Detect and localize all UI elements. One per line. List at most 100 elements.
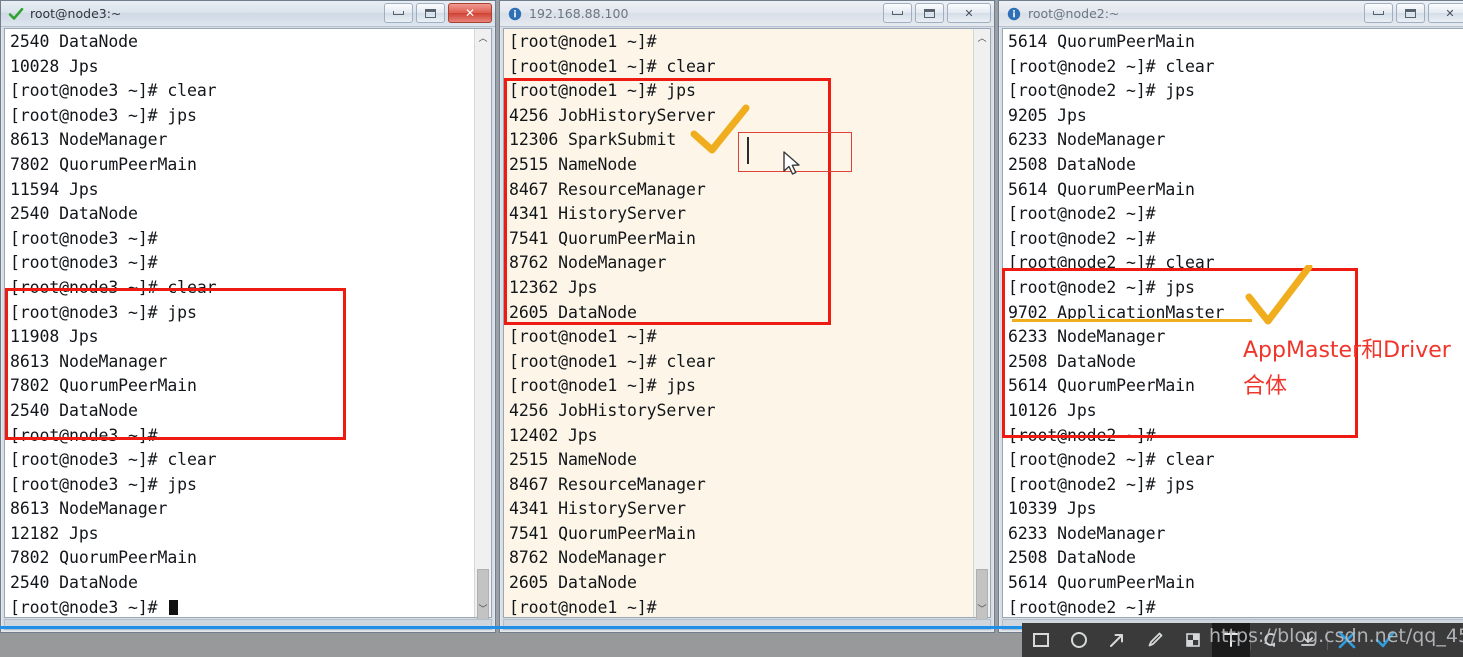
- window-controls-node3[interactable]: ✕: [384, 3, 492, 23]
- terminal-line: 9205 Jps: [1008, 105, 1087, 125]
- terminal-line: 6233 NodeManager: [1008, 523, 1166, 543]
- terminal-line: 10028 Jps: [10, 56, 99, 76]
- terminal-line: 7802 QuorumPeerMain: [10, 548, 197, 568]
- terminal-line: [root@node2 ~]#: [1008, 425, 1156, 445]
- pen-icon: [1148, 632, 1163, 647]
- window-title-node3: root@node3:~: [30, 6, 122, 21]
- terminal-body-node2[interactable]: 5614 QuorumPeerMain [root@node2 ~]# clear…: [1002, 28, 1463, 618]
- terminal-line: 7541 QuorumPeerMain: [509, 523, 696, 543]
- terminal-line: 8762 NodeManager: [509, 253, 667, 273]
- terminal-line: 8467 ResourceManager: [509, 179, 706, 199]
- terminal-window-node3[interactable]: root@node3:~ ✕ 2540 DataNode 10028 Jps [ro…: [0, 0, 496, 633]
- terminal-line: 2605 DataNode: [509, 573, 637, 593]
- terminal-line: 5614 QuorumPeerMain: [1008, 573, 1195, 593]
- terminal-body-node1[interactable]: [root@node1 ~]# [root@node1 ~]# clear [roo…: [503, 28, 991, 621]
- maximize-button[interactable]: [416, 3, 445, 23]
- terminal-window-node1[interactable]: 192.168.88.100 ✕ [root@node1 ~]# [root@no…: [499, 0, 995, 633]
- annotation-note-line1: AppMaster和Driver: [1243, 338, 1451, 363]
- terminal-window-node2[interactable]: root@node2:~ ✕ 5614 QuorumPeerMain [root@…: [998, 0, 1463, 633]
- terminal-line: [root@node3 ~]# clear: [10, 450, 217, 470]
- terminal-line: 8613 NodeManager: [10, 499, 168, 519]
- terminal-text-node3: 2540 DataNode 10028 Jps [root@node3 ~]# cl…: [5, 29, 474, 617]
- titlebar-node2[interactable]: root@node2:~ ✕: [999, 1, 1463, 27]
- terminal-line: 5614 QuorumPeerMain: [1008, 376, 1195, 396]
- window-title-node1: 192.168.88.100: [529, 6, 629, 21]
- terminal-line: [root@node1 ~]# clear: [509, 56, 716, 76]
- terminal-line: [root@node2 ~]# jps: [1008, 81, 1195, 101]
- terminal-line: 7541 QuorumPeerMain: [509, 228, 696, 248]
- desktop-cut-off-text: [4, 646, 9, 657]
- terminal-body-node3[interactable]: 2540 DataNode 10028 Jps [root@node3 ~]# cl…: [4, 28, 492, 621]
- terminal-line: 8762 NodeManager: [509, 548, 667, 568]
- terminal-line: 7802 QuorumPeerMain: [10, 376, 197, 396]
- terminal-line: [root@node3 ~]#: [10, 253, 158, 273]
- terminal-line: 12362 Jps: [509, 277, 598, 297]
- terminal-line: 2540 DataNode: [10, 400, 138, 420]
- terminal-text-node2: 5614 QuorumPeerMain [root@node2 ~]# clear…: [1003, 29, 1454, 617]
- window-controls-node2[interactable]: ✕: [1364, 3, 1463, 23]
- info-icon: [507, 6, 523, 22]
- terminal-line: 10126 Jps: [1008, 400, 1097, 420]
- close-button[interactable]: ✕: [448, 3, 492, 23]
- terminal-line: [root@node2 ~]#: [1008, 204, 1156, 224]
- minimize-button[interactable]: [883, 3, 912, 23]
- terminal-line: [root@node1 ~]# jps: [509, 376, 696, 396]
- terminal-line: [root@node2 ~]# clear: [1008, 56, 1215, 76]
- terminal-line: 8467 ResourceManager: [509, 474, 706, 494]
- ellipse-tool-button[interactable]: [1060, 623, 1098, 657]
- terminal-line: [root@node2 ~]#: [1008, 597, 1156, 617]
- terminal-line: [root@node3 ~]# jps: [10, 105, 197, 125]
- window-controls-node1[interactable]: ✕: [883, 3, 991, 23]
- terminal-line: 8613 NodeManager: [10, 351, 168, 371]
- ellipse-icon: [1071, 632, 1087, 648]
- terminal-line: [root@node3 ~]# clear: [10, 81, 217, 101]
- maximize-button[interactable]: [1396, 3, 1425, 23]
- scroll-up-icon[interactable]: ︿: [475, 29, 491, 46]
- terminal-line: 5614 QuorumPeerMain: [1008, 32, 1195, 51]
- minimize-button[interactable]: [384, 3, 413, 23]
- terminal-line: 2515 NameNode: [509, 450, 637, 470]
- maximize-button[interactable]: [915, 3, 944, 23]
- terminal-line: 5614 QuorumPeerMain: [1008, 179, 1195, 199]
- terminal-line: 6233 NodeManager: [1008, 130, 1166, 150]
- terminal-line: [root@node1 ~]#: [509, 327, 657, 347]
- rectangle-icon: [1033, 633, 1049, 647]
- terminal-line: 2540 DataNode: [10, 32, 138, 51]
- pen-tool-button[interactable]: [1136, 623, 1174, 657]
- terminal-line: 4256 JobHistoryServer: [509, 400, 716, 420]
- terminal-line: [root@node1 ~]#: [509, 32, 657, 51]
- terminal-line: 12306 SparkSubmit: [509, 130, 677, 150]
- screen-root: root@node3:~ ✕ 2540 DataNode 10028 Jps [ro…: [0, 0, 1463, 657]
- terminal-line: [root@node3 ~]#: [10, 596, 474, 617]
- terminal-line: [root@node1 ~]# jps: [509, 81, 696, 101]
- mosaic-tool-button[interactable]: [1174, 623, 1212, 657]
- window-title-node2: root@node2:~: [1028, 6, 1120, 21]
- terminal-line: [root@node3 ~]# clear: [10, 277, 217, 297]
- terminal-line: 7802 QuorumPeerMain: [10, 154, 197, 174]
- terminal-line: 11908 Jps: [10, 327, 99, 347]
- terminal-line: [root@node2 ~]# jps: [1008, 474, 1195, 494]
- terminal-line: 8613 NodeManager: [10, 130, 168, 150]
- info-icon: [1006, 6, 1022, 22]
- titlebar-node1[interactable]: 192.168.88.100 ✕: [500, 1, 994, 27]
- titlebar-node3[interactable]: root@node3:~ ✕: [1, 1, 495, 27]
- scrollbar-node1[interactable]: ︿ ﹀: [973, 29, 990, 621]
- annotation-note-line2: 合体: [1243, 374, 1288, 399]
- scroll-up-icon[interactable]: ︿: [974, 29, 990, 46]
- watermark-url: https://blog.csdn.net/qq_45769990: [1209, 625, 1463, 647]
- arrow-tool-button[interactable]: [1098, 623, 1136, 657]
- terminal-line: 2515 NameNode: [509, 154, 637, 174]
- rectangle-tool-button[interactable]: [1022, 623, 1060, 657]
- terminal-line: [root@node3 ~]# jps: [10, 302, 197, 322]
- close-button[interactable]: ✕: [947, 3, 991, 23]
- minimize-button[interactable]: [1364, 3, 1393, 23]
- terminal-line: [root@node2 ~]# clear: [1008, 450, 1215, 470]
- terminal-line: 2540 DataNode: [10, 573, 138, 593]
- scroll-down-icon[interactable]: ﹀: [475, 600, 491, 617]
- terminal-line: 4256 JobHistoryServer: [509, 105, 716, 125]
- scroll-down-icon[interactable]: ﹀: [974, 600, 990, 617]
- terminal-line: [root@node1 ~]# clear: [509, 351, 716, 371]
- scrollbar-node3[interactable]: ︿ ﹀: [474, 29, 491, 621]
- terminal-line: 2508 DataNode: [1008, 154, 1136, 174]
- close-button[interactable]: ✕: [1428, 3, 1463, 23]
